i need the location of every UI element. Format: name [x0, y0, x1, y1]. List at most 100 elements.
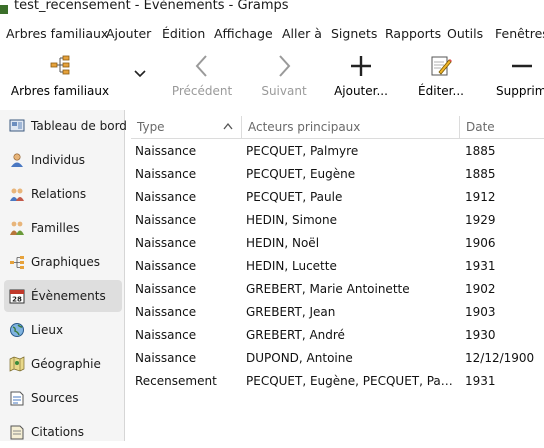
menu-fenetres[interactable]: Fenêtres [495, 26, 544, 41]
table-header: Type Acteurs principaux Date [131, 116, 544, 139]
menu-edition[interactable]: Édition [162, 26, 205, 41]
sidebar-item-label: Sources [31, 391, 79, 405]
map-icon [9, 356, 25, 372]
sidebar-item-label: Lieux [31, 323, 64, 337]
back-arrow-icon [195, 55, 207, 77]
globe-icon [10, 323, 24, 337]
menu-aller-a[interactable]: Aller à [282, 26, 322, 41]
events-icon: 28 [9, 289, 25, 304]
cell-actors: PECQUET, Palmyre [246, 144, 359, 158]
cell-type: Naissance [135, 305, 197, 319]
cell-actors: HEDIN, Noël [246, 236, 320, 250]
cell-type: Naissance [135, 259, 197, 273]
cell-date: 1903 [465, 305, 496, 319]
remove-button[interactable]: Supprimer [490, 46, 544, 106]
cell-type: Naissance [135, 190, 197, 204]
family-trees-dropdown[interactable] [130, 46, 150, 106]
menu-outils[interactable]: Outils [447, 26, 483, 41]
cell-type: Naissance [135, 328, 197, 342]
sidebar-item-lieux[interactable]: Lieux [4, 314, 122, 346]
cell-type: Naissance [135, 213, 197, 227]
sidebar-item-individus[interactable]: Individus [4, 144, 122, 176]
table-row[interactable]: Naissance PECQUET, Palmyre 1885 [131, 140, 544, 163]
minus-icon [512, 64, 532, 68]
relations-icon [10, 188, 24, 201]
sidebar-item-familles[interactable]: Familles [4, 212, 122, 244]
family-trees-button[interactable]: Arbres familiaux [8, 46, 112, 106]
column-header-type[interactable]: Type [131, 116, 242, 138]
cell-type: Naissance [135, 167, 197, 181]
family-icon [10, 221, 24, 235]
cell-date: 1931 [465, 374, 496, 388]
menu-ajouter[interactable]: Ajouter [106, 26, 151, 41]
table-row[interactable]: Naissance DUPOND, Antoine 12/12/1900 [131, 347, 544, 370]
cell-actors: GREBERT, Marie Antoinette [246, 282, 410, 296]
sidebar-item-sources[interactable]: Sources [4, 382, 122, 414]
menu-signets[interactable]: Signets [331, 26, 377, 41]
previous-label: Précédent [171, 84, 233, 98]
cell-date: 1930 [465, 328, 496, 342]
cell-date: 1885 [465, 167, 496, 181]
next-label: Suivant [261, 84, 307, 98]
previous-button[interactable]: Précédent [166, 46, 238, 106]
table-row[interactable]: Naissance PECQUET, Eugène 1885 [131, 163, 544, 186]
sidebar-item-citations[interactable]: Citations [4, 416, 122, 448]
column-header-date[interactable]: Date [460, 116, 544, 138]
charts-icon [10, 256, 24, 269]
sidebar-item-label: Évènements [31, 289, 106, 303]
navigator-sidebar: Tableau de bord Individus Relations Fami… [0, 110, 127, 441]
table-row[interactable]: Naissance GREBERT, Marie Antoinette 1902 [131, 278, 544, 301]
table-row[interactable]: Naissance HEDIN, Noël 1906 [131, 232, 544, 255]
cell-actors: PECQUET, Paule [246, 190, 343, 204]
cell-date: 1902 [465, 282, 496, 296]
column-header-label: Type [137, 120, 165, 134]
cell-date: 12/12/1900 [465, 351, 535, 365]
toolbar: Arbres familiaux Précédent Suivant Ajout… [0, 46, 544, 108]
column-header-label: Acteurs principaux [248, 120, 361, 134]
cell-actors: GREBERT, André [246, 328, 345, 342]
chevron-down-icon [134, 70, 146, 78]
menu-arbres-familiaux[interactable]: Arbres familiaux [6, 26, 108, 41]
next-button[interactable]: Suivant [253, 46, 315, 106]
table-row[interactable]: Naissance HEDIN, Simone 1929 [131, 209, 544, 232]
sidebar-item-label: Citations [31, 425, 85, 439]
table-row[interactable]: Naissance GREBERT, André 1930 [131, 324, 544, 347]
sidebar-item-label: Géographie [31, 357, 101, 371]
add-button[interactable]: Ajouter... [330, 46, 392, 106]
window-title: test_recensement - Evènements - Gramps [14, 0, 289, 13]
edit-icon [431, 56, 452, 76]
cell-actors: DUPOND, Antoine [246, 351, 353, 365]
sidebar-item-graphiques[interactable]: Graphiques [4, 246, 122, 278]
cell-date: 1931 [465, 259, 496, 273]
sidebar-item-label: Individus [31, 153, 86, 167]
menu-affichage[interactable]: Affichage [214, 26, 273, 41]
svg-text:28: 28 [12, 296, 22, 304]
sidebar-item-label: Familles [31, 221, 80, 235]
column-header-actors[interactable]: Acteurs principaux [242, 116, 460, 138]
sidebar-item-label: Graphiques [31, 255, 100, 269]
sources-icon [10, 391, 24, 406]
edit-button[interactable]: Éditer... [410, 46, 472, 106]
table-row[interactable]: Naissance PECQUET, Paule 1912 [131, 186, 544, 209]
table-row[interactable]: Recensement PECQUET, Eugène, PECQUET, Pau… [131, 370, 544, 393]
sidebar-item-label: Relations [31, 187, 87, 201]
sidebar-item-geographie[interactable]: Géographie [4, 348, 122, 380]
table-row[interactable]: Naissance GREBERT, Jean 1903 [131, 301, 544, 324]
menu-rapports[interactable]: Rapports [385, 26, 441, 41]
cell-actors: GREBERT, Jean [246, 305, 336, 319]
sort-ascending-icon [223, 122, 233, 130]
column-header-label: Date [466, 120, 495, 134]
cell-date: 1912 [465, 190, 496, 204]
cell-type: Naissance [135, 282, 197, 296]
remove-label: Supprimer [496, 84, 544, 98]
cell-actors: HEDIN, Simone [246, 213, 337, 227]
sidebar-item-relations[interactable]: Relations [4, 178, 122, 210]
family-trees-label: Arbres familiaux [10, 84, 110, 98]
plus-icon [351, 56, 371, 76]
sidebar-item-dashboard[interactable]: Tableau de bord [4, 110, 127, 142]
sidebar-item-evenements[interactable]: 28 Évènements [4, 280, 122, 312]
table-row[interactable]: Naissance HEDIN, Lucette 1931 [131, 255, 544, 278]
person-icon [11, 153, 23, 167]
citations-icon [10, 425, 24, 440]
cell-type: Naissance [135, 144, 197, 158]
